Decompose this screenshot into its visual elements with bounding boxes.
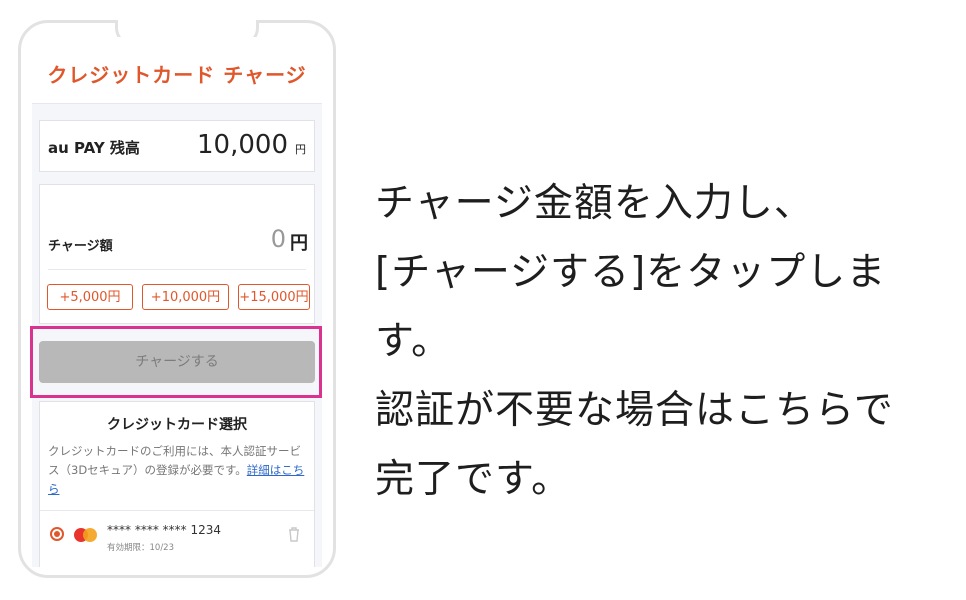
balance-value: 10,000: [197, 130, 288, 160]
charge-button-highlight: [30, 326, 322, 398]
card-select-radio[interactable]: [50, 527, 64, 541]
title-bar: クレジットカード チャージ: [32, 37, 322, 104]
instruction-text: チャージ金額を入力し、 [チャージする]をタップしま す。 認証が不要な場合はこ…: [375, 169, 960, 514]
card-number: **** **** **** 1234: [107, 523, 221, 537]
charge-amount-unit: 円: [290, 233, 308, 254]
divider: [40, 510, 314, 511]
quick-amount-10000-button[interactable]: +10,000円: [142, 284, 229, 310]
mastercard-icon: [74, 528, 98, 542]
balance-label: au PAY 残高: [48, 139, 140, 157]
credit-card-description: クレジットカードのご利用には、本人認証サービス（3Dセキュア）の登録が必要です。…: [48, 442, 306, 499]
divider: [48, 269, 306, 270]
instruction-line: [チャージする]をタップしま: [375, 250, 887, 295]
quick-amount-15000-button[interactable]: +15,000円: [238, 284, 310, 310]
instruction-line: チャージ金額を入力し、: [375, 181, 814, 226]
credit-card-heading: クレジットカード選択: [107, 417, 247, 433]
credit-card-section: クレジットカード選択 クレジットカードのご利用には、本人認証サービス（3Dセキュ…: [39, 401, 315, 567]
app-screen: クレジットカード チャージ au PAY 残高 10,000 円 チャージ額 0…: [32, 37, 322, 567]
instruction-line: 認証が不要な場合はこちらで: [375, 388, 894, 433]
balance-unit: 円: [295, 143, 306, 156]
charge-amount-card: チャージ額 0 円 +5,000円 +10,000円 +15,000円: [39, 184, 315, 324]
charge-amount-label: チャージ額: [48, 239, 113, 254]
quick-amount-5000-button[interactable]: +5,000円: [47, 284, 133, 310]
trash-icon[interactable]: [287, 526, 301, 542]
instruction-line: 完了です。: [375, 457, 572, 502]
charge-amount-input[interactable]: 0: [271, 225, 286, 253]
instruction-line: す。: [375, 319, 452, 364]
card-expiry: 有効期限：10/23: [107, 543, 174, 553]
page-title: クレジットカード チャージ: [47, 63, 307, 87]
balance-card: au PAY 残高 10,000 円: [39, 120, 315, 172]
